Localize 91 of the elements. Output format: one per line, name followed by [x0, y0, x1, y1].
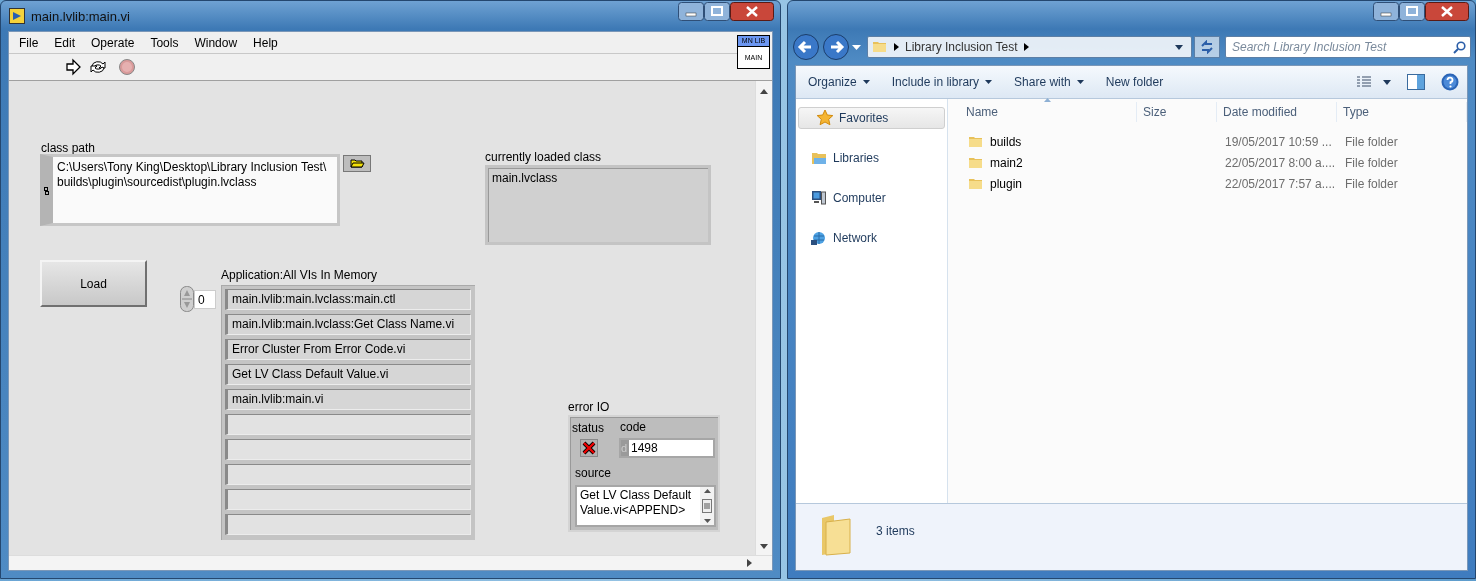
listbox-label: Application:All VIs In Memory — [221, 268, 378, 282]
field-label: class path — [41, 141, 96, 155]
minimize-button[interactable] — [678, 2, 704, 21]
run-arrow-icon[interactable] — [64, 58, 82, 76]
list-item: main.lvlib:main.lvclass:main.ctl — [225, 289, 471, 310]
search-field[interactable]: Search Library Inclusion Test — [1225, 36, 1471, 58]
breadcrumb-arrow-icon[interactable] — [1023, 43, 1029, 51]
refresh-button[interactable] — [1194, 36, 1220, 58]
menu-item[interactable]: Edit — [46, 35, 84, 50]
file-name[interactable]: builds — [990, 135, 1022, 149]
caret-icon — [862, 80, 870, 84]
network-icon — [811, 230, 827, 246]
date-cell-text: 22/05/2017 7:57 a.... — [1224, 177, 1337, 191]
help-icon[interactable] — [1441, 73, 1459, 91]
nav-item[interactable]: Libraries — [798, 147, 945, 169]
maximize-button[interactable] — [1399, 2, 1425, 21]
scroll-down-arrow-icon[interactable] — [703, 519, 711, 523]
folder-icon — [968, 155, 984, 171]
index-field[interactable]: 0 — [194, 289, 216, 309]
type-cell-text: File folder — [1344, 135, 1399, 149]
forward-button[interactable] — [822, 33, 850, 61]
index-spinner[interactable] — [180, 286, 194, 312]
nav-item[interactable]: Network — [798, 227, 945, 249]
nav-item[interactable]: Favorites — [798, 107, 945, 129]
code-value: 1498 — [630, 441, 658, 455]
libraries-icon — [811, 150, 827, 166]
menu-item[interactable]: Window — [186, 35, 246, 50]
menu-item[interactable]: Operate — [83, 35, 143, 50]
breadcrumb-arrow-icon[interactable] — [894, 43, 899, 51]
toolbar-button[interactable]: Organize — [800, 71, 878, 93]
toolbar-button[interactable]: Share with — [1006, 71, 1092, 93]
item-count: 3 items — [876, 524, 915, 538]
window-title: main.lvlib:main.vi — [31, 8, 130, 24]
list-item: main.lvlib:main.lvclass:Get Class Name.vi — [225, 314, 471, 335]
file-name[interactable]: plugin — [990, 177, 1023, 191]
close-button[interactable] — [730, 2, 774, 21]
status-label: status — [572, 421, 604, 435]
code-label: code — [620, 420, 647, 434]
column-header[interactable]: Date modified — [1217, 102, 1337, 122]
path-field[interactable]: C:\Users\Tony King\Desktop\Library Inclusion Test\ builds\plugin\sourcedist\plugin.lvclass — [40, 154, 340, 226]
star-icon — [817, 110, 833, 126]
scroll-up-arrow-icon[interactable] — [760, 89, 768, 94]
refresh-arrows-icon — [1200, 40, 1214, 54]
scroll-down-arrow-icon[interactable] — [760, 544, 768, 549]
preview-pane-icon[interactable] — [1407, 74, 1425, 90]
nav-item[interactable]: Computer — [798, 187, 945, 209]
column-header[interactable]: Type — [1337, 102, 1467, 122]
large-folder-icon — [820, 514, 854, 556]
folder-icon — [968, 176, 984, 192]
dropdown-caret-icon[interactable] — [1175, 44, 1183, 50]
type-cell-text: File folder — [1344, 156, 1399, 170]
indicator-label: currently loaded class — [485, 150, 602, 164]
menu-item[interactable]: Help — [245, 35, 286, 50]
list-item: Get LV Class Default Value.vi — [225, 364, 471, 385]
list-item: main.lvlib:main.vi — [225, 389, 471, 410]
column-header[interactable]: Size — [1137, 102, 1217, 122]
search-icon[interactable] — [1453, 40, 1466, 54]
cluster-label: error IO — [568, 400, 610, 414]
column-header[interactable]: Name — [948, 102, 1137, 122]
computer-icon — [811, 190, 827, 206]
source-label: source — [575, 466, 612, 480]
date-cell-text: 19/05/2017 10:59 ... — [1224, 135, 1333, 149]
file-name[interactable]: main2 — [990, 156, 1023, 170]
folder-icon — [872, 39, 888, 55]
caret-icon[interactable] — [1383, 79, 1391, 85]
scroll-up-arrow-icon[interactable] — [703, 489, 711, 493]
string-indicator: main.lvclass — [485, 165, 711, 245]
close-button[interactable] — [1425, 2, 1469, 21]
abort-stop-icon[interactable] — [118, 58, 136, 76]
back-button[interactable] — [792, 33, 820, 61]
scroll-thumb[interactable] — [702, 499, 712, 513]
load-button[interactable]: Load — [40, 260, 147, 307]
maximize-button[interactable] — [704, 2, 730, 21]
menu-item[interactable]: File — [11, 35, 47, 50]
list-item: Error Cluster From Error Code.vi — [225, 339, 471, 360]
toolbar-button[interactable]: New folder — [1097, 71, 1172, 93]
browse-folder-button[interactable] — [343, 155, 371, 172]
labview-app-icon — [9, 8, 25, 24]
path-indicator-icon — [44, 187, 49, 195]
run-continuously-icon[interactable] — [88, 58, 108, 76]
caret-icon — [985, 80, 993, 84]
toolbar-button[interactable]: Include in library — [883, 71, 1001, 93]
history-caret-icon[interactable] — [852, 44, 861, 50]
folder-icon — [968, 134, 984, 150]
type-cell-text: File folder — [1344, 177, 1399, 191]
date-cell-text: 22/05/2017 8:00 a.... — [1224, 156, 1337, 170]
scroll-right-arrow-icon[interactable] — [747, 559, 752, 567]
source-text: Get LV Class Default Value.vi<APPEND> — [579, 487, 693, 519]
minimize-button[interactable] — [1373, 2, 1399, 21]
menu-item[interactable]: Tools — [142, 35, 187, 50]
caret-icon — [1076, 80, 1084, 84]
